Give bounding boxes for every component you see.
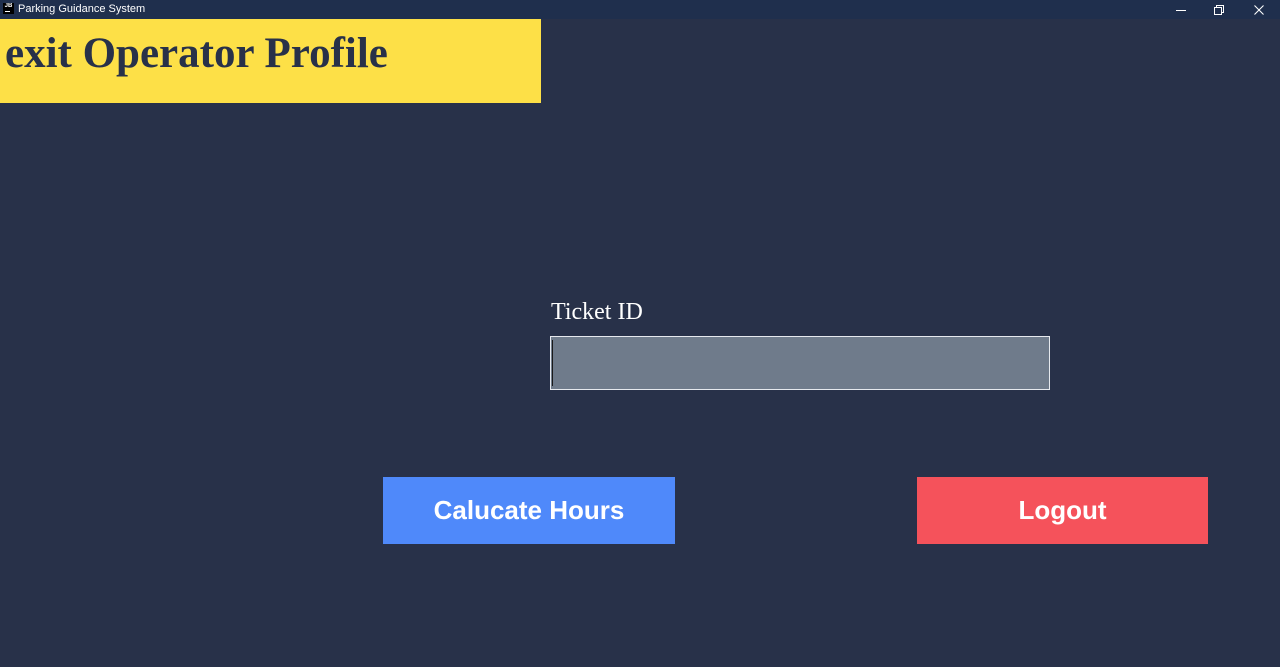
app-logo-underline <box>5 11 10 12</box>
ticket-id-label: Ticket ID <box>551 299 643 325</box>
header-banner: exit Operator Profile <box>0 19 541 103</box>
app-logo-icon: JB <box>3 3 14 14</box>
restore-icon <box>1214 4 1224 15</box>
page-title: exit Operator Profile <box>5 30 388 77</box>
window-titlebar[interactable]: JB Parking Guidance System <box>0 0 1280 19</box>
close-icon <box>1254 4 1264 15</box>
minimize-button[interactable] <box>1162 0 1200 19</box>
text-caret <box>552 340 553 386</box>
window-title: Parking Guidance System <box>18 3 146 15</box>
app-logo-text: JB <box>4 3 13 9</box>
logout-button[interactable]: Logout <box>917 477 1208 544</box>
minimize-icon <box>1176 9 1186 11</box>
restore-button[interactable] <box>1200 0 1238 19</box>
close-button[interactable] <box>1240 0 1278 19</box>
calculate-hours-button[interactable]: Calucate Hours <box>383 477 675 544</box>
ticket-id-input[interactable] <box>550 336 1050 390</box>
